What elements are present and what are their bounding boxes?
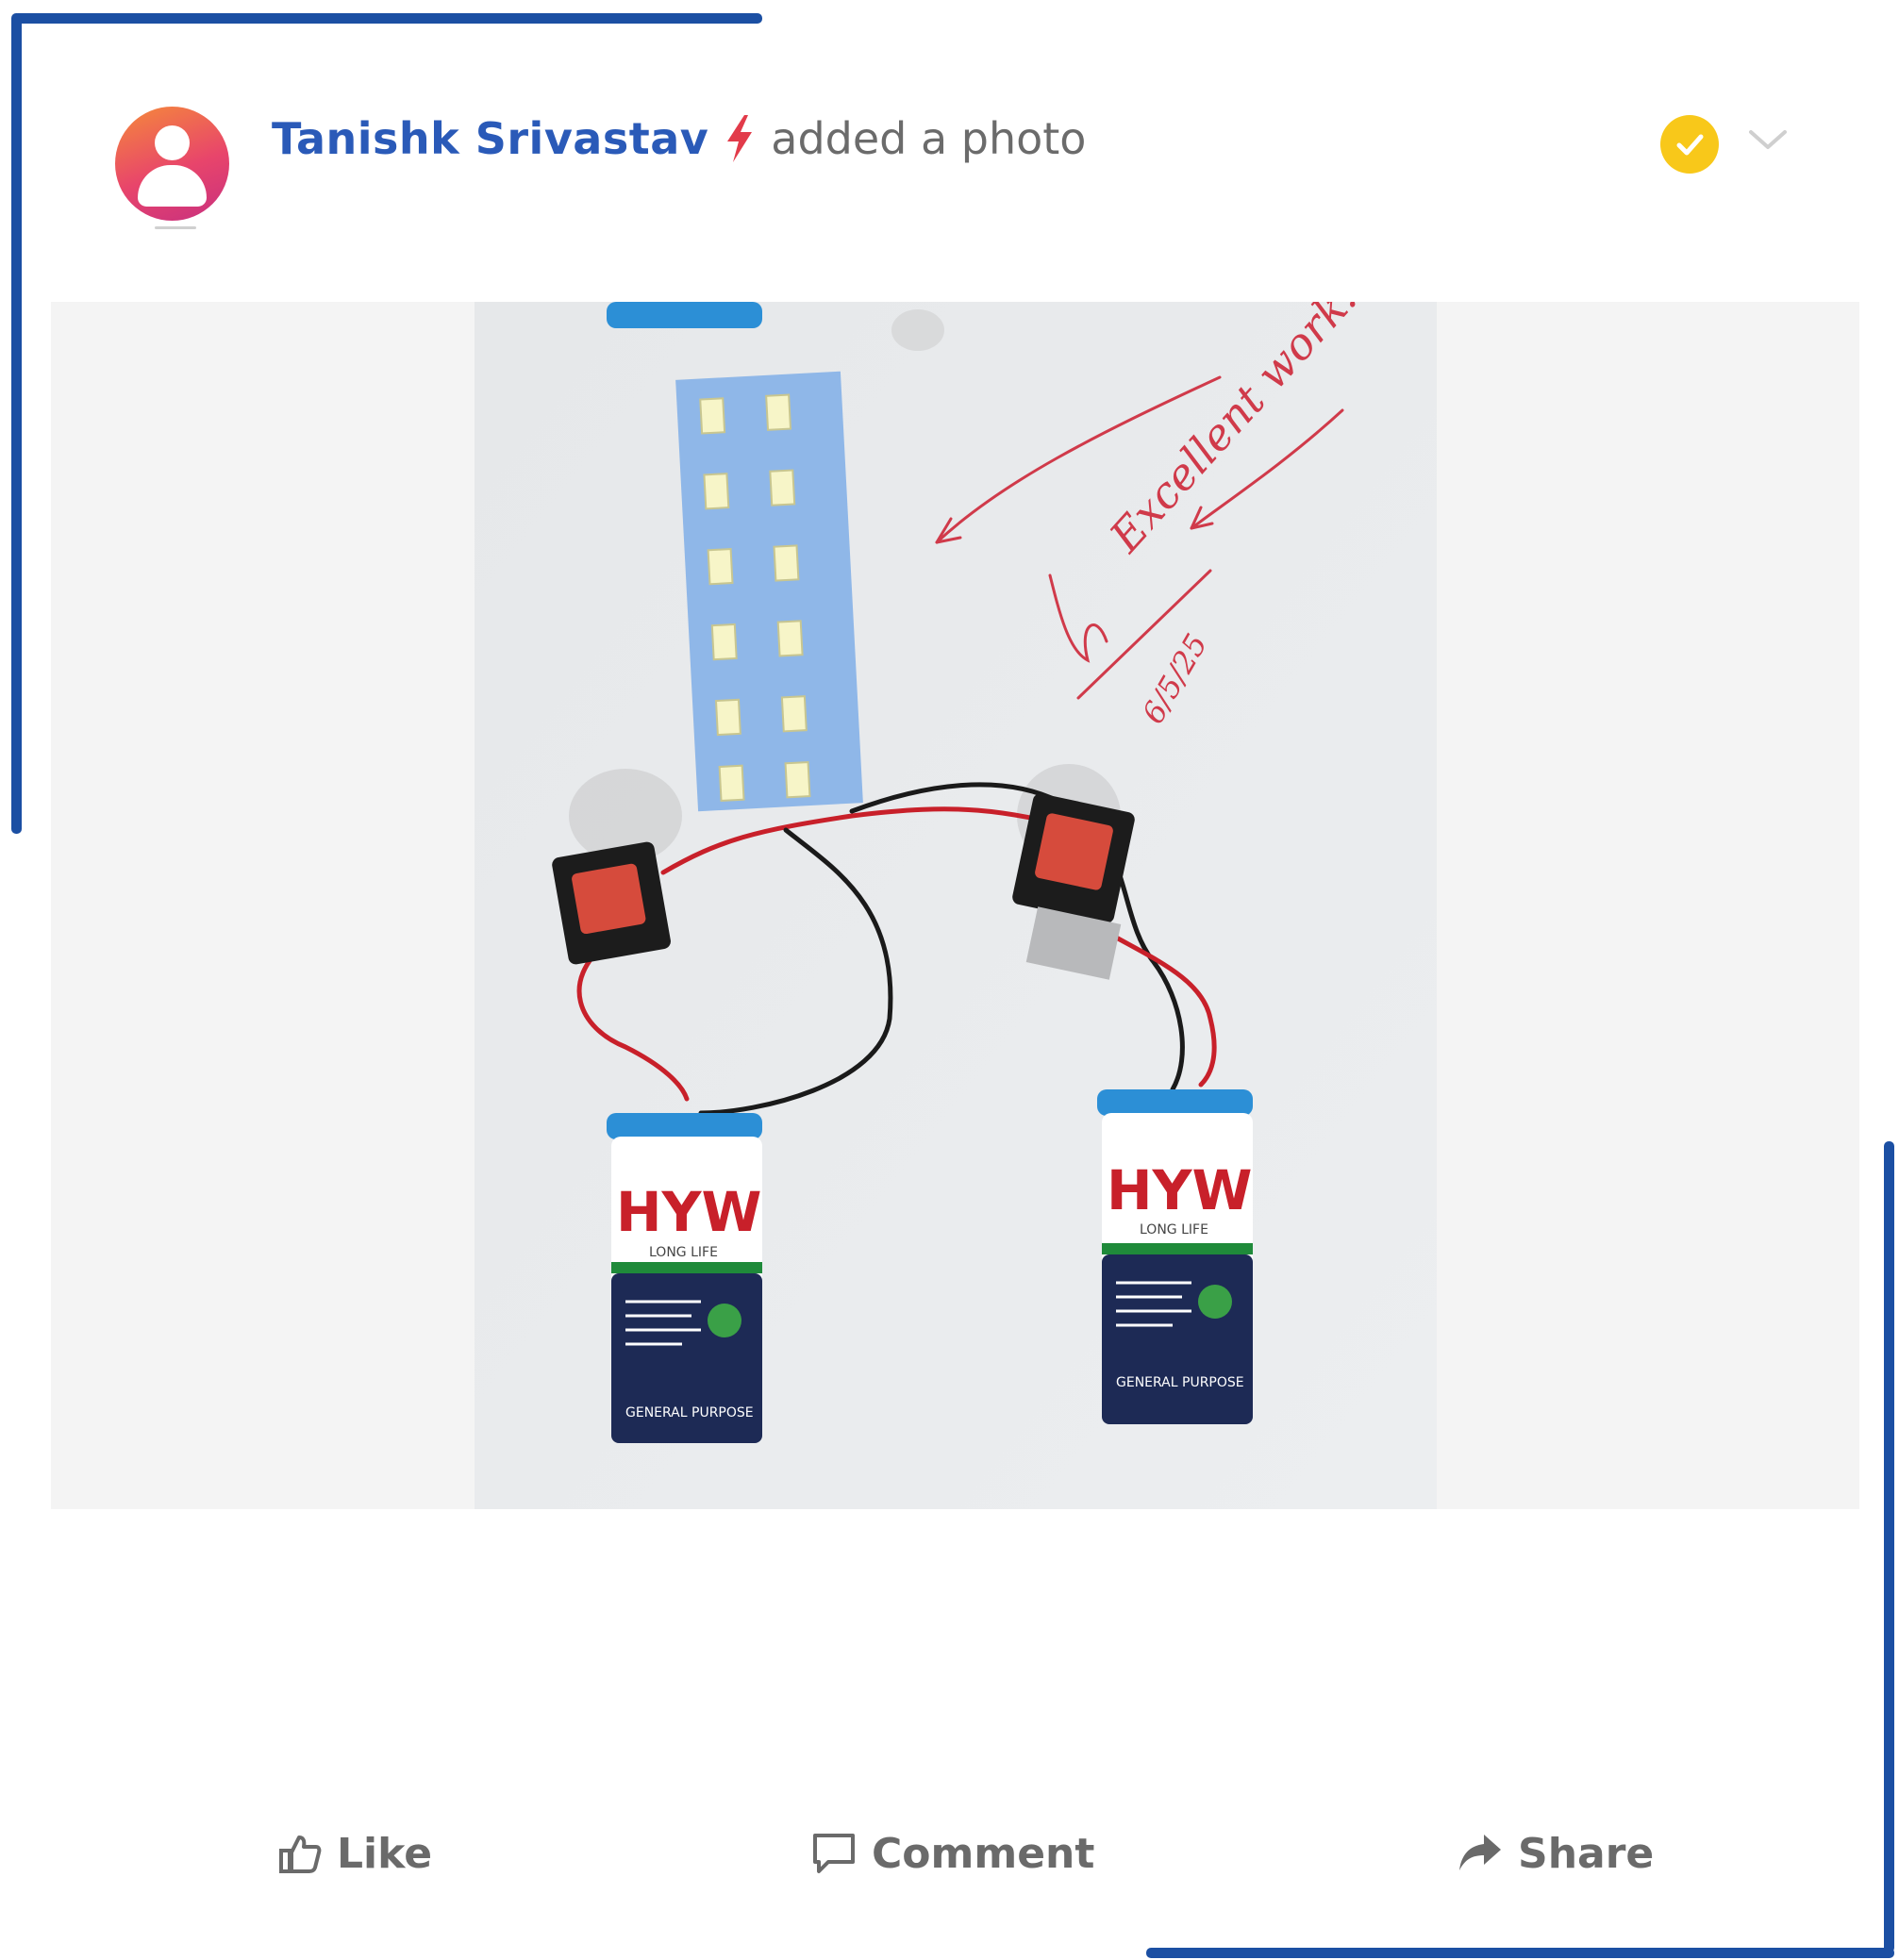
left-switch: [552, 841, 671, 965]
led-strip: [675, 371, 863, 812]
share-label: Share: [1518, 1829, 1655, 1878]
share-button[interactable]: Share: [1458, 1811, 1654, 1896]
right-battery-type: GENERAL PURPOSE: [1116, 1375, 1244, 1390]
avatar-body: [138, 165, 207, 207]
right-battery: HYW LONG LIFE GENERAL PURPOSE: [1097, 1089, 1253, 1424]
right-battery-brand: HYW: [1107, 1158, 1253, 1222]
verified-check-icon: [1660, 115, 1719, 174]
like-label: Like: [337, 1829, 433, 1878]
comment-button[interactable]: Comment: [811, 1811, 1094, 1896]
lightning-bolt-icon: [727, 115, 753, 162]
frame-left-border: [11, 13, 22, 834]
right-battery-tagline: LONG LIFE: [1140, 1222, 1208, 1237]
share-arrow-icon: [1459, 1835, 1501, 1870]
comment-label: Comment: [872, 1829, 1095, 1878]
post-action-bar: Like Comment Share: [0, 1811, 1899, 1896]
like-button[interactable]: Like: [278, 1811, 432, 1896]
post-photo[interactable]: HYW LONG LIFE GENERAL PURPOSE HYW LONG L…: [475, 302, 1437, 1509]
user-avatar-icon[interactable]: [115, 107, 229, 221]
chevron-down-icon[interactable]: [1747, 126, 1789, 153]
post-action-text: added a photo: [771, 113, 1087, 164]
thumbs-up-icon: [279, 1835, 322, 1873]
avatar-head: [155, 125, 190, 160]
left-battery-brand: HYW: [616, 1180, 762, 1244]
avatar-underline: [155, 226, 196, 229]
circuit-photo-illustration: HYW LONG LIFE GENERAL PURPOSE HYW LONG L…: [475, 302, 1437, 1509]
frame-top-border: [13, 13, 762, 24]
author-name-link[interactable]: Tanishk Srivastav: [272, 113, 708, 164]
left-battery-type: GENERAL PURPOSE: [625, 1405, 754, 1420]
post-header: Tanishk Srivastav added a photo: [272, 106, 1086, 172]
left-battery-tagline: LONG LIFE: [649, 1245, 718, 1260]
comment-icon: [813, 1834, 855, 1873]
frame-bottom-border: [1146, 1948, 1894, 1958]
